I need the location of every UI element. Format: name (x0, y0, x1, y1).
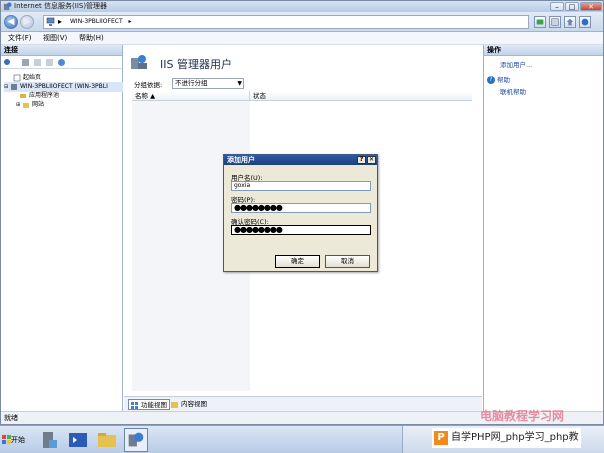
iis-app-icon (3, 2, 12, 11)
connections-pane: 连接 起始页 ⊟ WIN-3PBLIIOFECT (WIN-3PBLI 应用程序池… (1, 45, 123, 411)
tree-item-app-pools[interactable]: 应用程序池 (19, 91, 59, 100)
menu-bar: 文件(F) 视图(V) 帮助(H) (1, 32, 603, 45)
tree-item-sites[interactable]: ⊞ 网站 (16, 100, 44, 110)
globe-icon[interactable] (57, 58, 66, 67)
tree-item-label: 应用程序池 (29, 92, 60, 99)
server-manager-icon[interactable] (37, 428, 61, 452)
explorer-icon[interactable] (95, 428, 119, 452)
breadcrumb-arrow[interactable]: ▸ (129, 18, 132, 25)
powershell-icon[interactable] (66, 428, 90, 452)
windows-logo-icon (2, 435, 11, 444)
tab-content-view[interactable]: 内容视图 (169, 399, 209, 410)
tree-item-start-page[interactable]: 起始页 (13, 73, 41, 82)
home-icon[interactable] (564, 16, 576, 28)
tab-features-view[interactable]: 功能视图 (128, 399, 170, 410)
window-title: Internet 信息服务(IIS)管理器 (14, 2, 108, 10)
iis-manager-task-icon[interactable] (124, 428, 148, 452)
back-button[interactable]: ◀ (4, 15, 18, 29)
tree-item-label: 网站 (32, 101, 45, 108)
add-user-link[interactable]: 添加用户... (500, 61, 532, 69)
watermark-logo-icon: P (434, 431, 448, 445)
minimize-button[interactable]: – (550, 2, 564, 11)
column-header-status[interactable]: 状态 (250, 91, 472, 101)
dialog-close-button[interactable]: ✕ (367, 156, 376, 164)
actions-pane: 操作 添加用户... ? 帮助 联机帮助 (483, 45, 603, 411)
breadcrumb-separator: ▸ (58, 17, 63, 26)
add-user-dialog: 添加用户 ? ✕ 用户名(U): goxia 密码(P): ●●●●●●●● 确… (223, 154, 378, 272)
confirm-password-input[interactable]: ●●●●●●●● (231, 225, 371, 235)
watermark-overlay: 电脑教程学习网 (480, 409, 565, 423)
connections-toolbar (1, 56, 122, 69)
username-input[interactable]: goxia (231, 181, 371, 191)
refresh-icon[interactable] (534, 16, 546, 28)
tree-item-label: 起始页 (23, 74, 42, 81)
help-link[interactable]: 帮助 (497, 76, 510, 84)
tree-item-label: WIN-3PBLIIOFECT (WIN-3PBLI (20, 83, 108, 90)
connect-icon[interactable] (3, 58, 12, 67)
start-page-icon (13, 74, 21, 81)
password-input[interactable]: ●●●●●●●● (231, 203, 371, 213)
action-add-user[interactable]: 添加用户... (500, 61, 532, 70)
action-help[interactable]: ? 帮助 (487, 76, 510, 85)
users-feature-icon (131, 55, 147, 69)
status-text: 就绪 (4, 414, 18, 422)
help-icon: ? (487, 76, 495, 84)
group-by-dropdown[interactable]: 不进行分组 ▼ (172, 78, 244, 89)
app-pools-icon (20, 93, 26, 98)
refresh-tree-icon[interactable] (33, 58, 42, 67)
page-title: IIS 管理器用户 (160, 58, 232, 71)
tab-label: 内容视图 (181, 400, 207, 408)
features-view-icon (131, 402, 138, 409)
actions-header: 操作 (484, 45, 603, 56)
list-header: 名称 ▲ 状态 (132, 91, 472, 101)
menu-help[interactable]: 帮助(H) (79, 33, 104, 44)
group-by-label: 分组依据: (134, 81, 163, 89)
title-bar: Internet 信息服务(IIS)管理器 – □ ✕ (1, 1, 603, 12)
view-switcher: 功能视图 内容视图 (124, 396, 482, 411)
computer-icon (46, 17, 55, 26)
group-by-bar: 分组依据: 不进行分组 ▼ (132, 78, 482, 90)
dialog-help-button[interactable]: ? (357, 156, 366, 164)
menu-file[interactable]: 文件(F) (8, 33, 32, 44)
ok-button[interactable]: 确定 (275, 255, 320, 268)
breadcrumb-server[interactable]: WIN-3PBLIIOFECT (70, 18, 123, 25)
menu-view[interactable]: 视图(V) (43, 33, 67, 44)
server-icon (11, 83, 17, 90)
help-toolbar-icon[interactable] (579, 16, 591, 28)
maximize-button[interactable]: □ (565, 2, 579, 11)
cancel-button[interactable]: 取消 (325, 255, 370, 268)
dialog-title: 添加用户 (227, 156, 255, 164)
save-icon[interactable] (21, 58, 30, 67)
group-by-value: 不进行分组 (175, 79, 208, 87)
delete-icon[interactable] (45, 58, 54, 67)
chevron-down-icon: ▼ (237, 80, 242, 87)
dialog-title-bar: 添加用户 (224, 155, 377, 165)
online-help-link[interactable]: 联机帮助 (500, 88, 526, 96)
content-view-icon (171, 402, 178, 408)
close-button[interactable]: ✕ (580, 2, 602, 11)
watermark-banner: P 自学PHP网_php学习_php教 (432, 428, 581, 448)
watermark-text: 自学PHP网_php学习_php教 (451, 432, 579, 443)
column-header-name[interactable]: 名称 ▲ (132, 91, 250, 101)
iis-manager-window: Internet 信息服务(IIS)管理器 – □ ✕ ◀ ▶ ▸ WIN-3P… (0, 0, 604, 425)
forward-button[interactable]: ▶ (20, 15, 34, 29)
connections-header: 连接 (1, 45, 122, 56)
breadcrumb[interactable]: WIN-3PBLIIOFECT ▸ (70, 18, 132, 25)
address-bar: ◀ ▶ ▸ WIN-3PBLIIOFECT ▸ (1, 12, 603, 32)
address-box[interactable]: ▸ WIN-3PBLIIOFECT ▸ (43, 15, 529, 29)
start-label: 开始 (11, 436, 25, 444)
tab-label: 功能视图 (141, 401, 167, 409)
start-button[interactable]: 开始 (1, 430, 31, 450)
action-online-help[interactable]: 联机帮助 (500, 88, 526, 97)
stop-icon[interactable] (549, 16, 561, 28)
sites-icon (23, 102, 29, 108)
